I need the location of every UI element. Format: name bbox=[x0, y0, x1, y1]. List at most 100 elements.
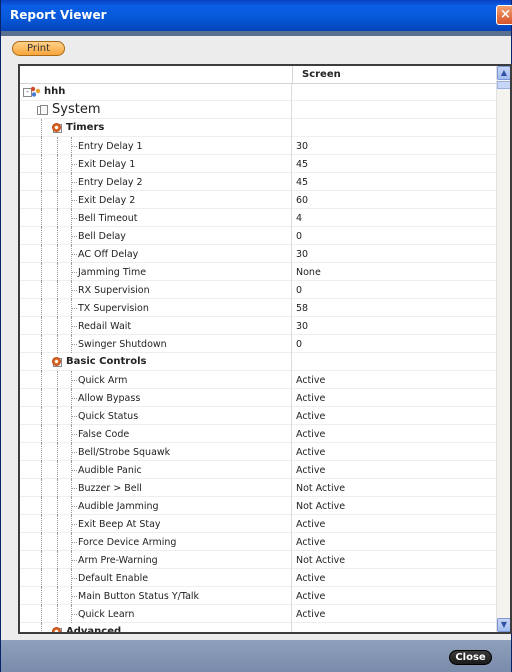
tree-cell: Quick Learn bbox=[20, 605, 292, 623]
tree-cell: -Timers bbox=[20, 119, 292, 137]
tree-line bbox=[71, 596, 77, 597]
table-row[interactable]: Redail Wait 30 bbox=[20, 317, 496, 335]
tree-group-row[interactable]: -Basic Controls bbox=[20, 353, 496, 371]
table-row[interactable]: Entry Delay 2 45 bbox=[20, 173, 496, 191]
table-row[interactable]: False Code Active bbox=[20, 425, 496, 443]
row-label: Bell Timeout bbox=[78, 213, 138, 224]
table-row[interactable]: Quick Learn Active bbox=[20, 605, 496, 623]
row-value: 0 bbox=[296, 231, 303, 242]
row-value: Active bbox=[296, 591, 326, 602]
tree-group-row[interactable]: -Timers bbox=[20, 119, 496, 137]
tree-line bbox=[41, 371, 42, 389]
tree-line bbox=[57, 497, 58, 515]
table-row[interactable]: TX Supervision 58 bbox=[20, 299, 496, 317]
table-row[interactable]: Jamming Time None bbox=[20, 263, 496, 281]
gear-icon bbox=[52, 627, 61, 632]
tree-cell: Default Enable bbox=[20, 569, 292, 587]
row-value: 0 bbox=[296, 285, 303, 296]
row-value: Active bbox=[296, 573, 326, 584]
tree-group-row[interactable]: -Advanced bbox=[20, 623, 496, 632]
table-row[interactable]: Bell Timeout 4 bbox=[20, 209, 496, 227]
table-row[interactable]: Quick Arm Active bbox=[20, 371, 496, 389]
tree-line bbox=[71, 524, 77, 525]
tree-line bbox=[41, 443, 42, 461]
tree-group-row[interactable]: -System bbox=[20, 101, 496, 119]
tree-line bbox=[41, 119, 42, 137]
table-row[interactable]: Default Enable Active bbox=[20, 569, 496, 587]
row-value: Active bbox=[296, 447, 326, 458]
row-label: hhh bbox=[44, 86, 66, 97]
table-row[interactable]: Buzzer > Bell Not Active bbox=[20, 479, 496, 497]
close-icon[interactable]: × bbox=[496, 5, 512, 25]
tree-cell: -Advanced bbox=[20, 623, 292, 632]
table-row[interactable]: Entry Delay 1 30 bbox=[20, 137, 496, 155]
footer-bar: Close bbox=[1, 640, 511, 672]
header-screen-column[interactable]: Screen bbox=[302, 69, 341, 80]
table-row[interactable]: RX Supervision 0 bbox=[20, 281, 496, 299]
tree-line bbox=[71, 542, 77, 543]
tree-group-row[interactable]: - hhh bbox=[20, 83, 496, 101]
tree-cell: - hhh bbox=[20, 83, 292, 101]
tree-line bbox=[41, 587, 42, 605]
table-row[interactable]: Audible Jamming Not Active bbox=[20, 497, 496, 515]
row-value: Active bbox=[296, 411, 326, 422]
table-row[interactable]: Bell Delay 0 bbox=[20, 227, 496, 245]
tree-line bbox=[71, 200, 77, 201]
table-row[interactable]: Exit Delay 1 45 bbox=[20, 155, 496, 173]
table-row[interactable]: Arm Pre-Warning Not Active bbox=[20, 551, 496, 569]
close-button[interactable]: Close bbox=[449, 650, 492, 665]
row-label: Audible Jamming bbox=[78, 501, 159, 512]
tree-line bbox=[41, 605, 42, 623]
tree-line bbox=[41, 173, 42, 191]
tree-cell: Exit Beep At Stay bbox=[20, 515, 292, 533]
table-row[interactable]: Main Button Status Y/Talk Active bbox=[20, 587, 496, 605]
tree-line bbox=[41, 389, 42, 407]
table-row[interactable]: Swinger Shutdown 0 bbox=[20, 335, 496, 353]
row-label: Exit Beep At Stay bbox=[78, 519, 161, 530]
tree-line bbox=[71, 218, 77, 219]
row-label: Redail Wait bbox=[78, 321, 132, 332]
row-value: Active bbox=[296, 537, 326, 548]
tree-line bbox=[57, 443, 58, 461]
table-row[interactable]: Exit Delay 2 60 bbox=[20, 191, 496, 209]
table-row[interactable]: Allow Bypass Active bbox=[20, 389, 496, 407]
row-label: Main Button Status Y/Talk bbox=[78, 591, 200, 602]
print-button[interactable]: Print bbox=[12, 41, 65, 56]
tree-line bbox=[41, 227, 42, 245]
title-bar-shadow bbox=[1, 31, 511, 36]
title-bar[interactable]: Report Viewer × bbox=[1, 0, 512, 31]
tree-line bbox=[71, 452, 77, 453]
row-value: 60 bbox=[296, 195, 309, 206]
table-row[interactable]: Audible Panic Active bbox=[20, 461, 496, 479]
tree-line bbox=[57, 407, 58, 425]
table-row[interactable]: AC Off Delay 30 bbox=[20, 245, 496, 263]
tree-cell: Force Device Arming bbox=[20, 533, 292, 551]
tree-cell: Audible Panic bbox=[20, 461, 292, 479]
row-value: Active bbox=[296, 609, 326, 620]
table-row[interactable]: Bell/Strobe Squawk Active bbox=[20, 443, 496, 461]
table-row[interactable]: Force Device Arming Active bbox=[20, 533, 496, 551]
tree-line bbox=[57, 551, 58, 569]
row-label: RX Supervision bbox=[78, 285, 150, 296]
table-row[interactable]: Exit Beep At Stay Active bbox=[20, 515, 496, 533]
vertical-scrollbar[interactable]: ▲ ▼ bbox=[496, 66, 510, 632]
tree-line bbox=[57, 299, 58, 317]
row-label: Allow Bypass bbox=[78, 393, 141, 404]
tree-line bbox=[57, 461, 58, 479]
tree-line bbox=[41, 317, 42, 335]
table-row[interactable]: Quick Status Active bbox=[20, 407, 496, 425]
row-label: Quick Arm bbox=[78, 375, 128, 386]
row-label: Arm Pre-Warning bbox=[78, 555, 158, 566]
tree-cell: Entry Delay 2 bbox=[20, 173, 292, 191]
row-value: Active bbox=[296, 519, 326, 530]
tree-line bbox=[57, 515, 58, 533]
scroll-down-icon[interactable]: ▼ bbox=[497, 618, 510, 632]
scroll-up-icon[interactable]: ▲ bbox=[497, 66, 510, 80]
tree-line bbox=[41, 191, 42, 209]
tree-cell: Redail Wait bbox=[20, 317, 292, 335]
tree-line bbox=[41, 209, 42, 227]
tree-line bbox=[71, 326, 77, 327]
table-rows: -hhh-System-Timers Entry Delay 1 30 Exit De… bbox=[20, 83, 496, 632]
scroll-thumb[interactable] bbox=[497, 81, 510, 89]
row-value: Not Active bbox=[296, 501, 346, 512]
